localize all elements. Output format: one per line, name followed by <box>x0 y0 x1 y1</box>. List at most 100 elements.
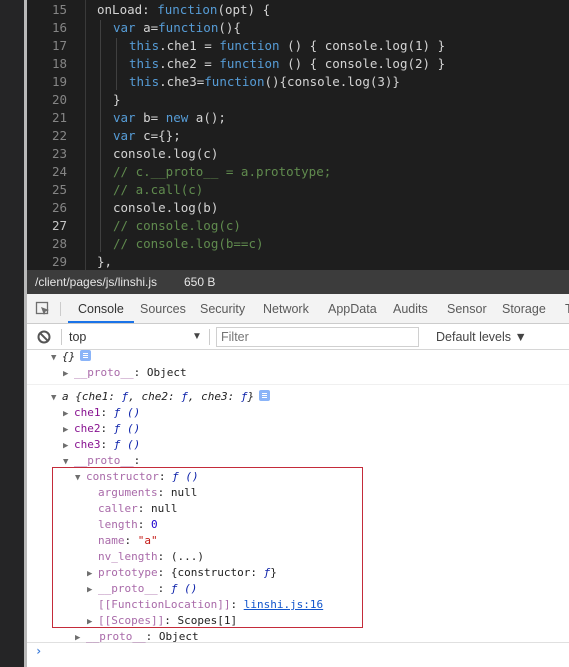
value-text: , che2: <box>128 390 182 403</box>
console-tree-row[interactable]: ▶ __proto__: Object <box>75 629 199 645</box>
line-number: 15 <box>51 2 67 17</box>
line-number: 17 <box>51 38 67 53</box>
code-line[interactable]: 23 console.log(c) <box>27 145 569 163</box>
devtools-tab-bar: Console Sources Security Network AppData Audi… <box>27 294 569 324</box>
collapsed-triangle-icon[interactable]: ▶ <box>63 366 74 382</box>
dropdown-arrow-icon[interactable]: ▼ <box>192 324 202 350</box>
console-tree-row[interactable]: ▶ __proto__: ƒ () <box>87 581 197 597</box>
code-line[interactable]: 26 console.log(b) <box>27 199 569 217</box>
code-text: var a=function(){ <box>113 19 241 37</box>
code-text: onLoad: function(opt) { <box>97 1 270 19</box>
code-text: // a.call(c) <box>113 181 203 199</box>
code-token: (){ <box>218 20 241 35</box>
log-levels-dropdown[interactable]: Default levels ▼ <box>436 324 527 350</box>
value-text: : <box>100 422 114 435</box>
line-number: 18 <box>51 56 67 71</box>
tab-t[interactable]: T <box>565 294 569 324</box>
tab-appdata[interactable]: AppData <box>328 294 377 324</box>
console-tree-row[interactable]: ▶ [[Scopes]]: Scopes[1] <box>87 613 237 629</box>
context-select[interactable]: top <box>69 324 209 350</box>
code-line[interactable]: 18 this.che2 = function () { console.log(… <box>27 55 569 73</box>
tab-storage[interactable]: Storage <box>502 294 546 324</box>
line-number: 16 <box>51 20 67 35</box>
info-icon[interactable] <box>259 390 271 401</box>
console-tree-row[interactable]: ▼ constructor: ƒ () <box>75 469 199 485</box>
code-line[interactable]: 29}, <box>27 253 569 270</box>
console-tree-row[interactable]: ▶ che3: ƒ () <box>63 437 140 453</box>
code-text: this.che1 = function () { console.log(1)… <box>129 37 445 55</box>
collapsed-triangle-icon[interactable]: ▶ <box>63 438 74 454</box>
value-text: : (...) <box>157 550 204 563</box>
expanded-triangle-icon[interactable]: ▼ <box>51 350 62 366</box>
tab-console[interactable]: Console <box>68 294 134 324</box>
expanded-triangle-icon[interactable]: ▼ <box>63 454 74 470</box>
console-tree-row: length: 0 <box>98 517 158 533</box>
indent-guide <box>116 38 117 90</box>
info-icon[interactable] <box>80 350 92 361</box>
collapsed-triangle-icon[interactable]: ▶ <box>87 614 98 630</box>
line-number: 26 <box>51 200 67 215</box>
value-text: : <box>137 518 151 531</box>
code-line[interactable]: 24 // c.__proto__ = a.prototype; <box>27 163 569 181</box>
property-name: __proto__ <box>74 366 134 379</box>
inspect-element-icon[interactable] <box>35 301 51 317</box>
clear-console-icon[interactable] <box>37 330 51 344</box>
property-name: prototype <box>98 566 158 579</box>
expanded-triangle-icon[interactable]: ▼ <box>51 390 62 406</box>
code-line[interactable]: 15 onLoad: function(opt) { <box>27 1 569 19</box>
tab-sensor[interactable]: Sensor <box>447 294 487 324</box>
comment-token: // a.call(c) <box>113 182 204 197</box>
property-name: constructor <box>86 470 159 483</box>
console-tree-row: arguments: null <box>98 485 197 501</box>
value-text: : <box>158 470 173 483</box>
source-link[interactable]: linshi.js:16 <box>244 598 323 611</box>
property-name: che2 <box>74 422 101 435</box>
console-tree-row: nv_length: (...) <box>98 549 204 565</box>
line-number: 23 <box>51 146 67 161</box>
separator <box>209 329 210 345</box>
tab-network[interactable]: Network <box>263 294 309 324</box>
tab-sources[interactable]: Sources <box>140 294 186 324</box>
code-line[interactable]: 28 // console.log(b==c) <box>27 235 569 253</box>
console-tree-row[interactable]: ▶ che2: ƒ () <box>63 421 140 437</box>
line-number: 28 <box>51 236 67 251</box>
property-name: name <box>98 534 125 547</box>
code-token: .che3= <box>159 74 205 89</box>
code-token: (opt) { <box>217 2 271 17</box>
code-line[interactable]: 16 var a=function(){ <box>27 19 569 37</box>
code-line[interactable]: 21 var b= new a(); <box>27 109 569 127</box>
value-text: {} <box>62 350 76 363</box>
expanded-triangle-icon[interactable]: ▼ <box>75 470 86 486</box>
code-line[interactable]: 22 var c={}; <box>27 127 569 145</box>
code-line[interactable]: 17 this.che1 = function () { console.log(… <box>27 37 569 55</box>
console-tree-row[interactable]: ▶ __proto__: Object <box>63 365 187 381</box>
collapsed-triangle-icon[interactable]: ▶ <box>63 406 74 422</box>
collapsed-triangle-icon[interactable]: ▶ <box>87 582 98 598</box>
tab-security[interactable]: Security <box>200 294 245 324</box>
code-token: (){console.log(3)} <box>264 74 400 89</box>
value-text: : {constructor: <box>157 566 264 579</box>
code-editor[interactable]: 15 onLoad: function(opt) { 16 var a=functio… <box>27 0 569 270</box>
tab-audits[interactable]: Audits <box>393 294 428 324</box>
console-prompt[interactable]: › <box>35 644 42 658</box>
code-line[interactable]: 19 this.che3=function(){console.log(3)} <box>27 73 569 91</box>
value-text: ƒ () <box>113 406 141 419</box>
value-text: : <box>230 598 244 611</box>
code-line[interactable]: 20} <box>27 91 569 109</box>
console-tree-row[interactable]: ▶ che1: ƒ () <box>63 405 140 421</box>
console-tree-row[interactable]: ▼ a {che1: ƒ, che2: ƒ, che3: ƒ} <box>51 389 271 406</box>
filter-input[interactable] <box>216 327 419 347</box>
collapsed-triangle-icon[interactable]: ▶ <box>63 422 74 438</box>
file-status-bar: /client/pages/js/linshi.js 650 B <box>27 270 569 294</box>
comment-token: // c.__proto__ = a.prototype; <box>113 164 332 179</box>
console-tree-row[interactable]: ▶ prototype: {constructor: ƒ} <box>87 565 277 581</box>
code-line[interactable]: 27 // console.log(c) <box>27 217 569 235</box>
console-tree-row[interactable]: ▼ __proto__: <box>63 453 140 469</box>
console-tree-row[interactable]: ▼{} <box>51 349 92 366</box>
collapsed-triangle-icon[interactable]: ▶ <box>87 566 98 582</box>
collapsed-triangle-icon[interactable]: ▶ <box>75 630 86 646</box>
code-token: }, <box>97 254 113 269</box>
code-token: a(); <box>188 110 226 125</box>
code-text: console.log(b) <box>113 199 218 217</box>
code-line[interactable]: 25 // a.call(c) <box>27 181 569 199</box>
